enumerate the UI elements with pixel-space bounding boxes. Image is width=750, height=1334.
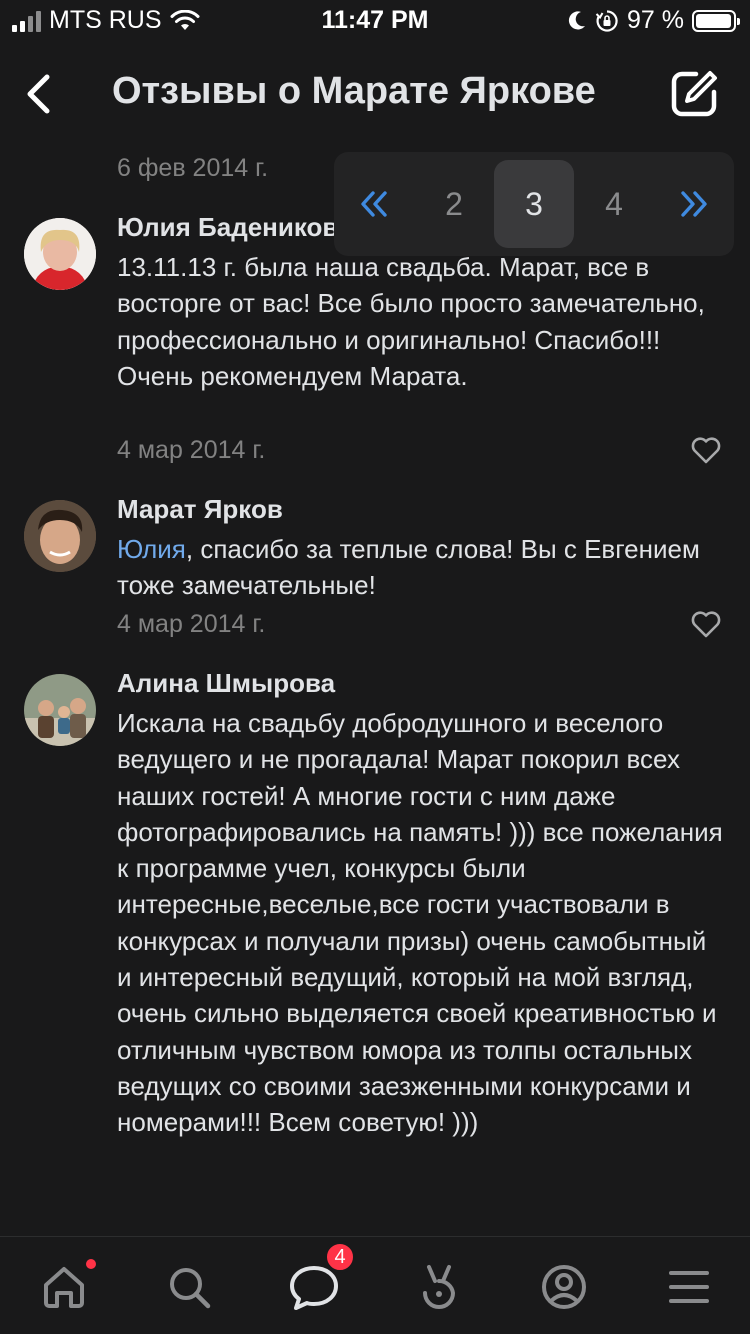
rotation-lock-icon xyxy=(595,9,618,32)
avatar[interactable] xyxy=(24,674,96,746)
status-right: 97 % xyxy=(567,6,740,35)
comment-text-body: , спасибо за теплые слова! Вы с Евгением… xyxy=(117,534,700,601)
pagination: 2 3 4 xyxy=(334,152,734,256)
first-page-button[interactable] xyxy=(334,160,414,248)
messages-badge: 4 xyxy=(324,1241,356,1273)
comment-date: 6 фев 2014 г. xyxy=(117,154,269,182)
page-3-button[interactable]: 3 xyxy=(494,160,574,248)
double-chevron-right-icon xyxy=(681,191,707,217)
search-icon xyxy=(170,1268,211,1309)
nav-header: Отзывы о Марате Яркове xyxy=(0,52,750,136)
like-button[interactable] xyxy=(690,608,722,640)
menu-icon xyxy=(669,1271,709,1303)
home-notification-dot xyxy=(86,1259,96,1269)
mention-link[interactable]: Юлия xyxy=(117,534,186,564)
comment-text: 13.11.13 г. была наша свадьба. Марат, вс… xyxy=(117,252,705,391)
edit-icon xyxy=(671,71,717,117)
last-page-button[interactable] xyxy=(654,160,734,248)
battery-percent: 97 % xyxy=(627,6,684,34)
comments-list[interactable]: 6 фев 2014 г. Юлия Бадениковa 13.11.13 г… xyxy=(0,140,750,1236)
tab-profile[interactable] xyxy=(538,1261,590,1313)
heart-icon xyxy=(691,611,721,638)
tab-bar: 4 xyxy=(0,1236,750,1334)
status-bar: MTS RUS 11:47 PM 97 % xyxy=(0,0,750,40)
comment-text: Искала на свадьбу добродушного и веселог… xyxy=(117,708,723,1138)
profile-icon xyxy=(542,1265,586,1309)
tab-clips[interactable] xyxy=(413,1261,465,1313)
tab-search[interactable] xyxy=(163,1261,215,1313)
clips-icon xyxy=(423,1265,456,1309)
comment-date: 4 мар 2014 г. xyxy=(117,436,266,464)
like-button[interactable] xyxy=(690,434,722,466)
tab-menu[interactable] xyxy=(663,1261,715,1313)
page-title: Отзывы о Марате Яркове xyxy=(112,70,596,112)
comment-author[interactable]: Юлия Бадениковa xyxy=(117,212,353,243)
comment-date: 4 мар 2014 г. xyxy=(117,610,266,638)
page-2-button[interactable]: 2 xyxy=(414,160,494,248)
back-button[interactable] xyxy=(16,66,60,122)
battery-icon xyxy=(692,9,740,32)
home-icon xyxy=(44,1267,84,1308)
comment-author[interactable]: Алина Шмырова xyxy=(117,668,335,699)
comment-text: Юлия, спасибо за теплые слова! Вы с Евге… xyxy=(117,531,727,604)
chevron-left-icon xyxy=(27,74,50,114)
double-chevron-left-icon xyxy=(361,191,387,217)
tab-home[interactable] xyxy=(38,1259,96,1313)
comment-author[interactable]: Марат Ярков xyxy=(117,494,283,525)
tab-messages[interactable]: 4 xyxy=(288,1241,356,1313)
compose-button[interactable] xyxy=(666,66,722,122)
page-4-button[interactable]: 4 xyxy=(574,160,654,248)
moon-icon xyxy=(568,10,586,29)
avatar[interactable] xyxy=(24,218,96,290)
heart-icon xyxy=(691,437,721,464)
avatar[interactable] xyxy=(24,500,96,572)
